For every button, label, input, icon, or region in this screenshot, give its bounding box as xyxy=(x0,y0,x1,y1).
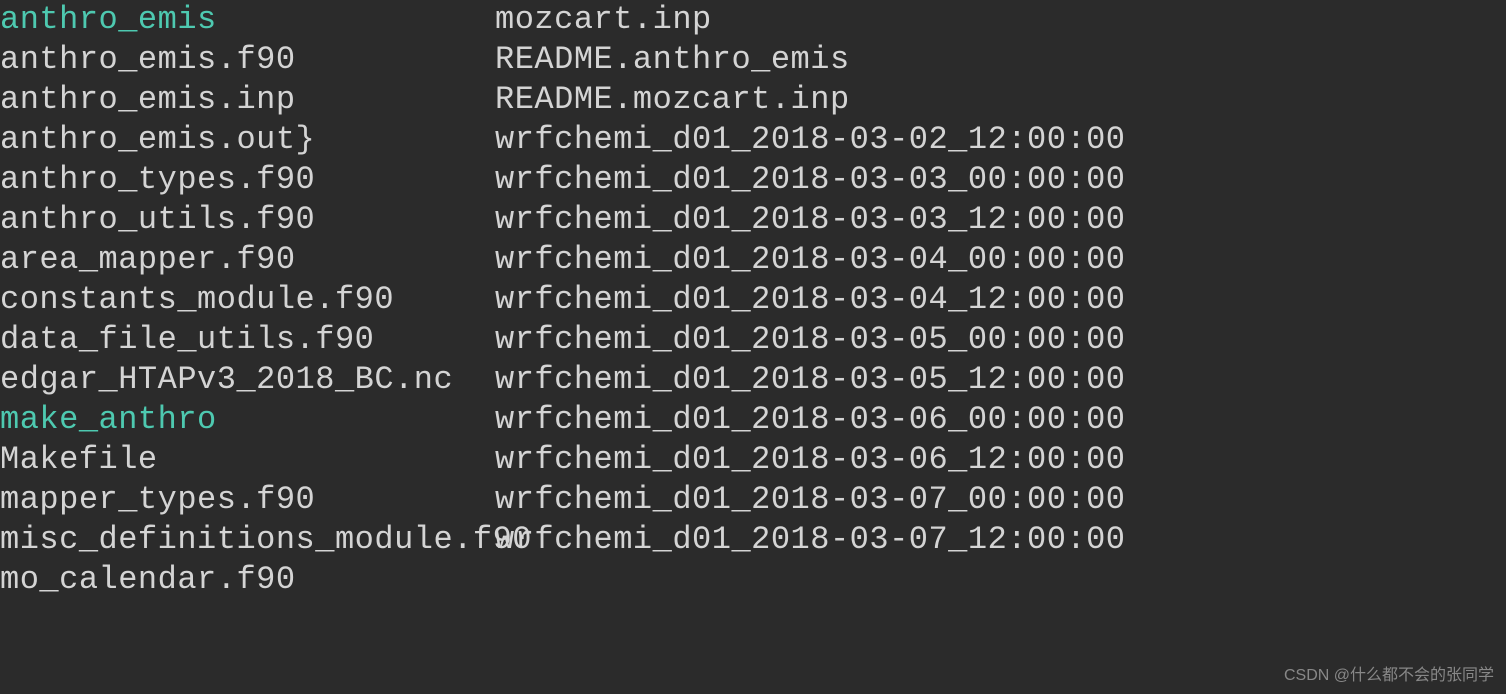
file-entry: wrfchemi_d01_2018-03-03_12:00:00 xyxy=(495,200,1506,240)
file-entry: data_file_utils.f90 xyxy=(0,320,495,360)
file-entry: anthro_emis xyxy=(0,0,495,40)
file-entry: anthro_emis.inp xyxy=(0,80,495,120)
file-entry: mozcart.inp xyxy=(495,0,1506,40)
file-entry: mo_calendar.f90 xyxy=(0,560,495,600)
terminal-output: anthro_emisanthro_emis.f90anthro_emis.in… xyxy=(0,0,1506,600)
file-entry: anthro_emis.f90 xyxy=(0,40,495,80)
file-entry: misc_definitions_module.f90 xyxy=(0,520,495,560)
file-entry: Makefile xyxy=(0,440,495,480)
file-entry: anthro_emis.out} xyxy=(0,120,495,160)
file-entry: wrfchemi_d01_2018-03-02_12:00:00 xyxy=(495,120,1506,160)
file-listing-column-2: mozcart.inpREADME.anthro_emisREADME.mozc… xyxy=(495,0,1506,600)
file-entry: wrfchemi_d01_2018-03-07_12:00:00 xyxy=(495,520,1506,560)
file-entry: README.mozcart.inp xyxy=(495,80,1506,120)
file-entry: wrfchemi_d01_2018-03-04_00:00:00 xyxy=(495,240,1506,280)
file-entry: anthro_utils.f90 xyxy=(0,200,495,240)
file-entry: wrfchemi_d01_2018-03-06_00:00:00 xyxy=(495,400,1506,440)
file-entry: wrfchemi_d01_2018-03-06_12:00:00 xyxy=(495,440,1506,480)
file-entry: wrfchemi_d01_2018-03-07_00:00:00 xyxy=(495,480,1506,520)
file-entry: constants_module.f90 xyxy=(0,280,495,320)
file-entry: edgar_HTAPv3_2018_BC.nc xyxy=(0,360,495,400)
watermark-text: CSDN @什么都不会的张同学 xyxy=(1284,666,1494,686)
file-entry: wrfchemi_d01_2018-03-03_00:00:00 xyxy=(495,160,1506,200)
file-entry: wrfchemi_d01_2018-03-05_12:00:00 xyxy=(495,360,1506,400)
file-entry: make_anthro xyxy=(0,400,495,440)
file-entry: wrfchemi_d01_2018-03-05_00:00:00 xyxy=(495,320,1506,360)
file-entry: anthro_types.f90 xyxy=(0,160,495,200)
file-listing-column-1: anthro_emisanthro_emis.f90anthro_emis.in… xyxy=(0,0,495,600)
file-entry: area_mapper.f90 xyxy=(0,240,495,280)
file-entry: wrfchemi_d01_2018-03-04_12:00:00 xyxy=(495,280,1506,320)
file-entry: mapper_types.f90 xyxy=(0,480,495,520)
file-entry: README.anthro_emis xyxy=(495,40,1506,80)
